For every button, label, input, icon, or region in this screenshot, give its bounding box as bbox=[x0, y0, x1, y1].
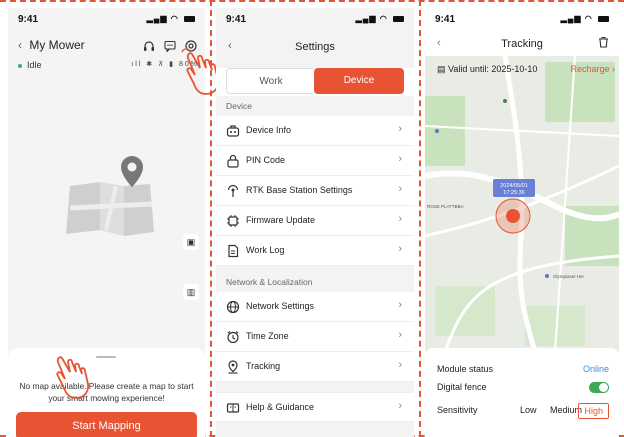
module-status-label: Module status bbox=[437, 364, 494, 374]
status-bar: 9:41 ▂▄▆ ◠ bbox=[425, 8, 619, 32]
section-header: Device bbox=[216, 96, 414, 116]
chevron-right-icon: › bbox=[398, 329, 402, 341]
clock-icon bbox=[227, 331, 239, 344]
sensitivity-label: Sensitivity bbox=[437, 405, 478, 415]
page-title: Tracking bbox=[501, 38, 543, 50]
status-dot bbox=[18, 63, 22, 68]
subscription-banner: ▤ Valid until: 2025-10-10 Recharge › bbox=[437, 64, 615, 80]
calendar-icon: ▤ bbox=[437, 64, 449, 74]
settings-item-pin-code[interactable]: PIN Code › bbox=[216, 146, 414, 176]
map-place-label: Olympiaset Her bbox=[553, 274, 585, 279]
system-icons: ▂▄▆ ◠ bbox=[356, 14, 404, 23]
chevron-right-icon: › bbox=[398, 400, 402, 412]
lock-icon bbox=[227, 154, 239, 168]
valid-until-text: Valid until: 2025-10-10 bbox=[448, 64, 538, 74]
home-screen: 9:41 ▂▄▆ ◠ ‹ My Mower Idle ıll ✱ ⊼ ▮ 80%… bbox=[8, 8, 205, 437]
item-label: Help & Guidance bbox=[246, 402, 315, 412]
page-title: Settings bbox=[295, 41, 335, 53]
message-icon[interactable] bbox=[164, 40, 176, 52]
mower-marker[interactable] bbox=[506, 209, 520, 223]
chevron-right-icon: › bbox=[398, 299, 402, 311]
empty-map-icon bbox=[66, 156, 154, 236]
settings-item-help[interactable]: Help & Guidance › bbox=[216, 392, 414, 422]
sensitivity-high[interactable]: High bbox=[578, 403, 609, 419]
chevron-right-icon: › bbox=[398, 123, 402, 135]
system-icons: ▂▄▆ ◠ bbox=[147, 14, 195, 23]
item-label: Work Log bbox=[246, 245, 285, 255]
chevron-right-icon: › bbox=[398, 213, 402, 225]
clock: 9:41 bbox=[435, 14, 456, 25]
hand-tap-icon bbox=[56, 356, 89, 399]
sensitivity-row: Sensitivity Low Medium High bbox=[437, 403, 609, 419]
page-title: My Mower bbox=[29, 38, 85, 52]
status-text: Idle bbox=[27, 60, 42, 70]
map-place-label: ROSE PLATTBBA bbox=[427, 204, 464, 209]
location-icon bbox=[228, 360, 238, 374]
robot-button[interactable]: ▣ bbox=[183, 234, 199, 250]
clock: 9:41 bbox=[18, 14, 39, 25]
digital-fence-toggle[interactable] bbox=[589, 382, 609, 393]
module-status-row: Module status Online bbox=[437, 364, 609, 378]
settings-item-device-info[interactable]: Device Info › bbox=[216, 116, 414, 146]
chevron-right-icon: › bbox=[398, 359, 402, 371]
antenna-icon bbox=[227, 184, 239, 197]
tracking-panel: Module status Online Digital fence Sensi… bbox=[425, 348, 619, 437]
callout-time: 17:25:36 bbox=[503, 190, 524, 196]
settings-item-work-log[interactable]: Work Log › bbox=[216, 236, 414, 266]
sensitivity-medium[interactable]: Medium bbox=[550, 405, 582, 415]
settings-item-firmware-update[interactable]: Firmware Update › bbox=[216, 206, 414, 236]
item-label: Firmware Update bbox=[246, 215, 316, 225]
module-status-value: Online bbox=[582, 364, 609, 374]
settings-item-rtk-base-station[interactable]: RTK Base Station Settings › bbox=[216, 176, 414, 206]
item-label: Device Info bbox=[246, 125, 292, 135]
recharge-link[interactable]: Recharge › bbox=[570, 64, 615, 74]
system-icons: ▂▄▆ ◠ bbox=[561, 14, 609, 23]
map-pin-icon bbox=[545, 274, 549, 278]
trash-icon[interactable] bbox=[598, 36, 609, 48]
item-label: PIN Code bbox=[246, 155, 286, 165]
settings-item-network[interactable]: Network Settings › bbox=[216, 292, 414, 322]
item-label: Network Settings bbox=[246, 301, 315, 311]
item-label: Time Zone bbox=[246, 331, 289, 341]
headset-icon[interactable] bbox=[143, 40, 155, 52]
device-icon bbox=[226, 125, 240, 137]
document-icon bbox=[228, 244, 239, 258]
clock: 9:41 bbox=[226, 14, 247, 25]
header: ‹ My Mower bbox=[18, 38, 85, 52]
callout-date: 2024/05/01 bbox=[500, 183, 528, 189]
settings-screen: 9:41 ▂▄▆ ◠ ‹ Settings Work Device Device… bbox=[216, 8, 414, 437]
settings-item-time-zone[interactable]: Time Zone › bbox=[216, 322, 414, 352]
status-bar: 9:41 ▂▄▆ ◠ bbox=[216, 8, 414, 32]
start-mapping-button[interactable]: Start Mapping bbox=[16, 412, 197, 437]
sheet-handle[interactable] bbox=[96, 356, 116, 358]
item-label: RTK Base Station Settings bbox=[246, 185, 353, 195]
tab-work[interactable]: Work bbox=[226, 68, 316, 94]
back-icon[interactable]: ‹ bbox=[18, 38, 22, 52]
help-book-icon bbox=[226, 403, 240, 413]
map-view[interactable]: 2024/05/01 17:25:36 ROSE PLATTBBA Olympi… bbox=[425, 56, 619, 352]
header: ‹ Tracking bbox=[425, 32, 619, 56]
divider-line bbox=[419, 0, 421, 437]
recharge-label: Recharge bbox=[570, 64, 610, 74]
digital-fence-label: Digital fence bbox=[437, 382, 487, 392]
sensitivity-low[interactable]: Low bbox=[520, 405, 537, 415]
tracking-screen: 9:41 ▂▄▆ ◠ ‹ Tracking 2024/05/01 17:25:3… bbox=[425, 8, 619, 437]
mower-status: Idle bbox=[18, 60, 42, 70]
tab-device[interactable]: Device bbox=[314, 68, 404, 94]
map-pin-icon bbox=[435, 129, 439, 133]
map-pin-icon bbox=[503, 99, 507, 103]
chevron-right-icon: › bbox=[398, 153, 402, 165]
chevron-right-icon: › bbox=[398, 183, 402, 195]
item-label: Tracking bbox=[246, 361, 281, 371]
chip-icon bbox=[227, 215, 239, 227]
chevron-right-icon: › bbox=[398, 243, 402, 255]
bottom-sheet: No map available. Please create a map to… bbox=[8, 348, 205, 437]
status-bar: 9:41 ▂▄▆ ◠ bbox=[8, 8, 205, 32]
no-map-message: No map available. Please create a map to… bbox=[19, 381, 194, 403]
section-header: Network & Localization bbox=[216, 272, 414, 292]
settings-item-tracking[interactable]: Tracking › bbox=[216, 352, 414, 382]
digital-fence-row: Digital fence bbox=[437, 382, 609, 396]
globe-icon bbox=[226, 300, 240, 314]
map-button[interactable]: ▥ bbox=[183, 284, 199, 300]
